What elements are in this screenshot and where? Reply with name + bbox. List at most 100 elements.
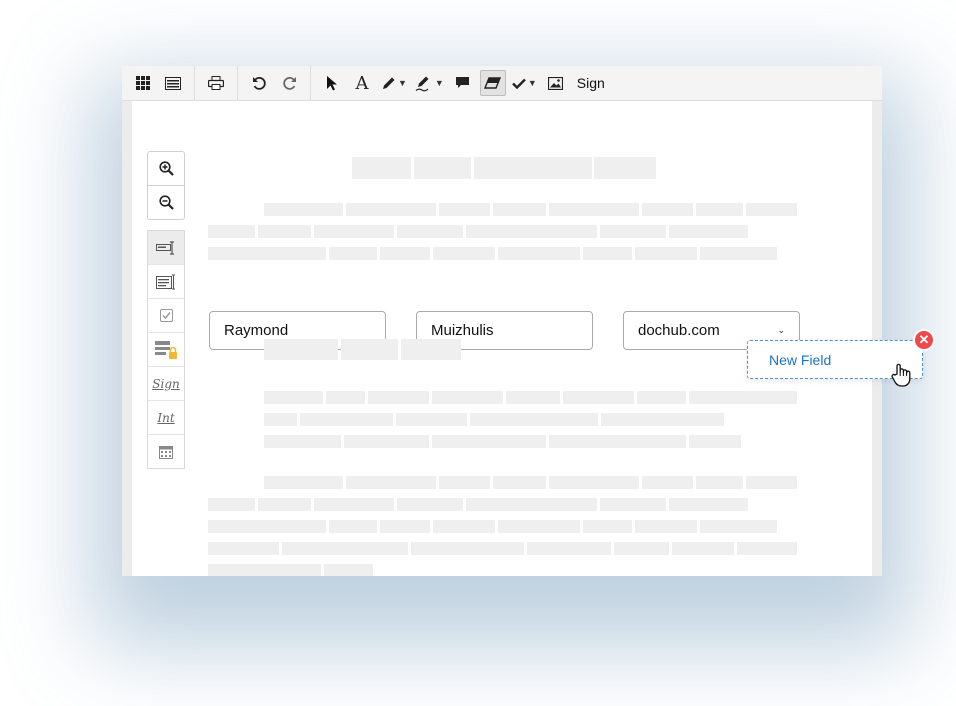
text-placeholder	[549, 203, 639, 216]
text-placeholder	[637, 391, 686, 404]
text-placeholder	[563, 391, 634, 404]
text-placeholder	[346, 203, 436, 216]
text-placeholder	[314, 225, 394, 238]
signature-text: Sign	[152, 376, 180, 391]
text-placeholder	[696, 476, 743, 489]
list-view-icon[interactable]	[160, 70, 186, 96]
field-sidebar: Sign Int	[147, 151, 185, 469]
zoom-out-icon[interactable]	[148, 185, 184, 219]
sign-button[interactable]: Sign	[577, 75, 605, 91]
text-placeholder	[700, 247, 777, 260]
text-placeholder	[396, 413, 467, 426]
text-placeholder	[264, 476, 343, 489]
text-placeholder	[208, 498, 255, 511]
text-placeholder	[264, 391, 323, 404]
text-placeholder	[411, 542, 524, 555]
text-placeholder	[498, 520, 580, 533]
text-placeholder	[696, 203, 743, 216]
toolbar-group-history	[238, 66, 311, 100]
domain-value: dochub.com	[638, 322, 720, 339]
text-placeholder	[329, 520, 377, 533]
text-placeholder	[324, 564, 373, 576]
text-placeholder	[746, 476, 797, 489]
text-placeholder	[669, 225, 748, 238]
title-placeholder	[352, 157, 411, 179]
text-placeholder	[368, 391, 429, 404]
text-placeholder	[439, 476, 490, 489]
heading-placeholder	[401, 339, 461, 360]
first-name-value: Raymond	[224, 322, 289, 339]
text-placeholder	[264, 203, 343, 216]
heading-placeholder	[264, 339, 338, 360]
text-placeholder	[208, 520, 326, 533]
text-placeholder	[672, 542, 734, 555]
zoom-controls	[147, 151, 185, 220]
text-placeholder	[642, 476, 693, 489]
text-placeholder	[601, 413, 724, 426]
text-placeholder	[600, 225, 666, 238]
pointer-icon[interactable]	[319, 70, 345, 96]
text-placeholder	[689, 391, 797, 404]
title-placeholder	[414, 157, 471, 179]
toolbar-group-print	[195, 66, 238, 100]
text-placeholder	[689, 435, 741, 448]
date-icon[interactable]	[148, 434, 184, 468]
initials-icon[interactable]: Int	[148, 400, 184, 434]
locked-field-icon[interactable]	[148, 332, 184, 366]
text-block-icon[interactable]	[148, 264, 184, 298]
print-icon[interactable]	[203, 70, 229, 96]
eraser-icon[interactable]	[479, 70, 506, 96]
text-placeholder	[264, 435, 341, 448]
text-placeholder	[493, 476, 546, 489]
chevron-down-icon: ▼	[398, 78, 407, 88]
text-placeholder	[264, 413, 297, 426]
title-placeholder	[474, 157, 592, 179]
check-icon[interactable]: ▼	[510, 70, 539, 96]
text-placeholder	[208, 542, 279, 555]
editor-window: A ▼ ▼ ▼ Sign Sign Int Raymond Muizhulis …	[122, 66, 882, 576]
zoom-in-icon[interactable]	[148, 152, 184, 185]
title-placeholder	[594, 157, 656, 179]
text-placeholder	[498, 247, 580, 260]
text-placeholder	[635, 247, 697, 260]
text-placeholder	[258, 225, 311, 238]
checkbox-icon[interactable]	[148, 298, 184, 332]
text-placeholder	[208, 247, 326, 260]
pen-icon[interactable]: ▼	[379, 70, 409, 96]
text-placeholder	[466, 498, 597, 511]
text-placeholder	[208, 564, 321, 576]
text-placeholder	[669, 498, 748, 511]
undo-icon[interactable]	[246, 70, 272, 96]
text-placeholder	[549, 476, 639, 489]
redo-icon[interactable]	[276, 70, 302, 96]
last-name-value: Muizhulis	[431, 322, 494, 339]
text-placeholder	[583, 520, 632, 533]
text-field-icon[interactable]	[148, 231, 184, 264]
text-placeholder	[329, 247, 377, 260]
text-placeholder	[493, 203, 546, 216]
grid-icon[interactable]	[130, 70, 156, 96]
text-placeholder	[397, 498, 463, 511]
text-placeholder	[746, 203, 797, 216]
text-placeholder	[466, 225, 597, 238]
text-placeholder	[282, 542, 408, 555]
text-placeholder	[346, 476, 436, 489]
text-placeholder	[326, 391, 365, 404]
signature-icon[interactable]: Sign	[148, 366, 184, 400]
hand-cursor-icon	[890, 362, 914, 393]
text-icon[interactable]: A	[349, 70, 375, 96]
text-placeholder	[470, 413, 598, 426]
chevron-down-icon: ▼	[434, 78, 444, 88]
image-icon[interactable]	[543, 70, 569, 96]
chevron-down-icon: ▼	[527, 78, 537, 88]
text-placeholder	[433, 247, 495, 260]
text-placeholder	[208, 225, 255, 238]
text-placeholder	[527, 542, 611, 555]
comment-icon[interactable]	[450, 70, 476, 96]
toolbar-group-view	[122, 66, 195, 100]
chevron-down-icon: ⌄	[777, 325, 785, 335]
highlighter-icon[interactable]: ▼	[413, 70, 446, 96]
close-icon[interactable]: ✕	[913, 329, 935, 351]
text-placeholder	[737, 542, 797, 555]
text-placeholder	[344, 435, 429, 448]
